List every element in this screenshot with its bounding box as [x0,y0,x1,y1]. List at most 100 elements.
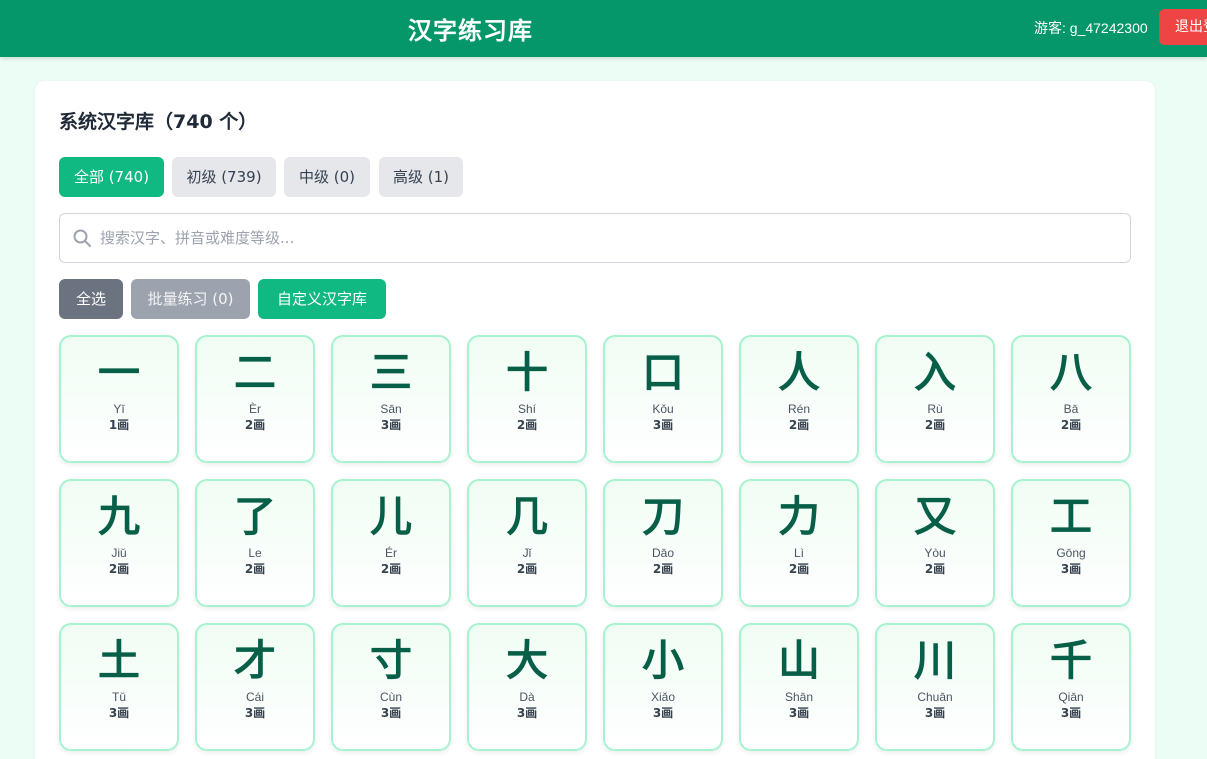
character-pinyin: Bā [1063,402,1079,416]
character-pinyin: Xiǎo [650,690,676,704]
character-pinyin: Shí [517,402,536,416]
character-strokes: 2画 [788,418,810,432]
character-glyph: 土 [97,636,140,685]
character-glyph: 川 [913,636,956,685]
character-pinyin: Le [248,546,262,560]
search-box [59,213,1131,263]
character-glyph: 八 [1049,348,1092,397]
character-strokes: 3画 [516,706,538,720]
character-card[interactable]: 工 Gōng 3画 [1011,479,1131,607]
character-glyph: 一 [97,348,140,397]
character-card[interactable]: 儿 Ér 2画 [331,479,451,607]
character-card[interactable]: 几 Jǐ 2画 [467,479,587,607]
character-strokes: 2画 [108,562,130,576]
character-card[interactable]: 口 Kǒu 3画 [603,335,723,463]
character-card[interactable]: 寸 Cùn 3画 [331,623,451,751]
filter-tab-advanced[interactable]: 高级 (1) [379,157,463,197]
character-glyph: 千 [1049,636,1092,685]
character-strokes: 2画 [924,562,946,576]
character-strokes: 2画 [924,418,946,432]
character-strokes: 3画 [1060,562,1082,576]
character-strokes: 3画 [380,418,402,432]
character-pinyin: Yòu [924,546,946,560]
character-glyph: 工 [1049,492,1092,541]
character-pinyin: Yī [113,402,125,416]
character-pinyin: Sān [380,402,402,416]
character-card[interactable]: 人 Rén 2画 [739,335,859,463]
character-pinyin: Cùn [379,690,402,704]
library-title: 系统汉字库（740 个） [59,111,258,133]
character-pinyin: Kǒu [652,402,674,416]
app-title: 汉字练习库 [408,17,533,45]
character-card[interactable]: 山 Shān 3画 [739,623,859,751]
character-glyph: 几 [505,492,548,541]
character-card[interactable]: 又 Yòu 2画 [875,479,995,607]
character-glyph: 入 [913,348,956,397]
character-strokes: 2画 [380,562,402,576]
character-card[interactable]: 土 Tǔ 3画 [59,623,179,751]
custom-library-button[interactable]: 自定义汉字库 [258,279,386,319]
character-pinyin: Qiān [1058,690,1084,704]
batch-practice-button[interactable]: 批量练习 (0) [131,279,250,319]
character-pinyin: Èr [249,402,261,416]
character-strokes: 2画 [516,562,538,576]
user-label: 游客: g_47242300 [1034,20,1148,36]
character-glyph: 小 [641,636,684,685]
filter-tab-intermediate[interactable]: 中级 (0) [284,157,370,197]
character-strokes: 2画 [788,562,810,576]
filter-tab-all[interactable]: 全部 (740) [59,157,164,197]
character-glyph: 大 [505,636,548,685]
character-strokes: 1画 [108,418,130,432]
character-glyph: 力 [777,492,820,541]
character-glyph: 三 [369,348,412,397]
character-card[interactable]: 了 Le 2画 [195,479,315,607]
character-card[interactable]: 八 Bā 2画 [1011,335,1131,463]
character-pinyin: Ér [385,546,397,560]
character-glyph: 九 [97,492,140,541]
character-card[interactable]: 一 Yī 1画 [59,335,179,463]
character-strokes: 3画 [924,706,946,720]
character-card[interactable]: 川 Chuān 3画 [875,623,995,751]
character-card[interactable]: 才 Cái 3画 [195,623,315,751]
character-pinyin: Gōng [1056,546,1086,560]
character-pinyin: Dāo [651,546,674,560]
character-strokes: 3画 [108,706,130,720]
character-strokes: 3画 [1060,706,1082,720]
character-card[interactable]: 千 Qiān 3画 [1011,623,1131,751]
character-strokes: 2画 [244,418,266,432]
character-card[interactable]: 大 Dà 3画 [467,623,587,751]
character-glyph: 十 [505,348,548,397]
character-card[interactable]: 小 Xiǎo 3画 [603,623,723,751]
search-input[interactable] [100,215,1120,261]
character-pinyin: Lì [793,546,804,560]
character-card[interactable]: 三 Sān 3画 [331,335,451,463]
character-strokes: 2画 [244,562,266,576]
select-all-button[interactable]: 全选 [59,279,123,319]
filter-tab-beginner[interactable]: 初级 (739) [172,157,276,197]
character-strokes: 3画 [244,706,266,720]
character-glyph: 了 [233,492,276,541]
character-strokes: 3画 [652,418,674,432]
character-pinyin: Dà [519,690,535,704]
character-card[interactable]: 二 Èr 2画 [195,335,315,463]
character-card[interactable]: 力 Lì 2画 [739,479,859,607]
character-glyph: 儿 [369,492,412,541]
character-pinyin: Rén [787,402,810,416]
character-glyph: 又 [913,492,956,541]
character-glyph: 二 [233,348,276,397]
character-strokes: 2画 [1060,418,1082,432]
character-card[interactable]: 刀 Dāo 2画 [603,479,723,607]
character-pinyin: Tǔ [111,690,126,704]
character-glyph: 口 [641,348,684,397]
character-card[interactable]: 九 Jiǔ 2画 [59,479,179,607]
character-glyph: 刀 [641,492,684,541]
character-pinyin: Jiǔ [111,546,127,560]
search-icon [73,229,91,247]
logout-button[interactable]: 退出登录 [1159,9,1207,45]
character-card[interactable]: 十 Shí 2画 [467,335,587,463]
character-glyph: 山 [777,636,820,685]
character-card[interactable]: 入 Rù 2画 [875,335,995,463]
character-glyph: 寸 [369,636,412,685]
character-strokes: 3画 [380,706,402,720]
character-glyph: 才 [233,636,276,685]
